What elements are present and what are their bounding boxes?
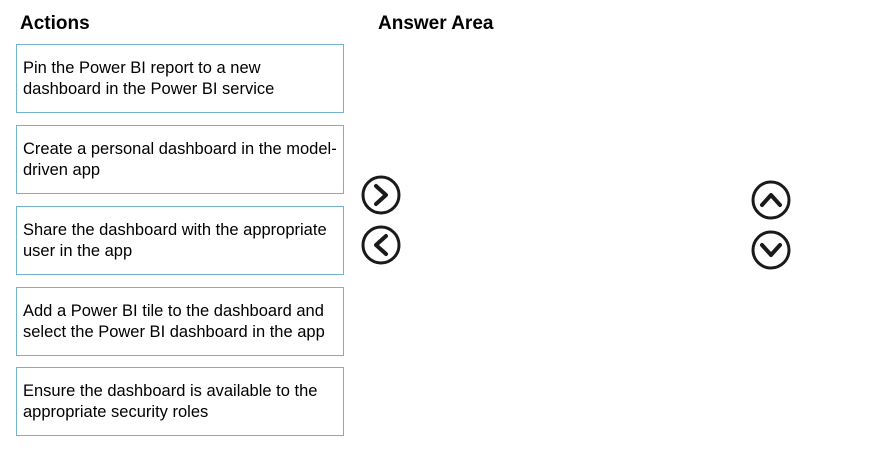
move-left-button[interactable] (361, 225, 401, 265)
move-down-button[interactable] (751, 230, 791, 270)
action-item-pin-report[interactable]: Pin the Power BI report to a new dashboa… (16, 44, 344, 113)
move-right-button[interactable] (361, 175, 401, 215)
action-item-share-dashboard[interactable]: Share the dashboard with the appropriate… (16, 206, 344, 275)
action-item-ensure-security-roles[interactable]: Ensure the dashboard is available to the… (16, 367, 344, 436)
chevron-up-icon (751, 180, 791, 220)
chevron-left-icon (361, 225, 401, 265)
chevron-right-icon (361, 175, 401, 215)
action-item-label: Share the dashboard with the appropriate… (23, 220, 327, 260)
action-item-label: Create a personal dashboard in the model… (23, 139, 337, 179)
move-up-button[interactable] (751, 180, 791, 220)
action-item-label: Ensure the dashboard is available to the… (23, 381, 318, 421)
action-item-create-dashboard[interactable]: Create a personal dashboard in the model… (16, 125, 344, 194)
answer-area-heading: Answer Area (378, 13, 494, 34)
action-item-add-tile[interactable]: Add a Power BI tile to the dashboard and… (16, 287, 344, 356)
action-item-label: Pin the Power BI report to a new dashboa… (23, 58, 275, 98)
chevron-down-icon (751, 230, 791, 270)
actions-heading: Actions (20, 13, 90, 34)
action-item-label: Add a Power BI tile to the dashboard and… (23, 301, 325, 341)
